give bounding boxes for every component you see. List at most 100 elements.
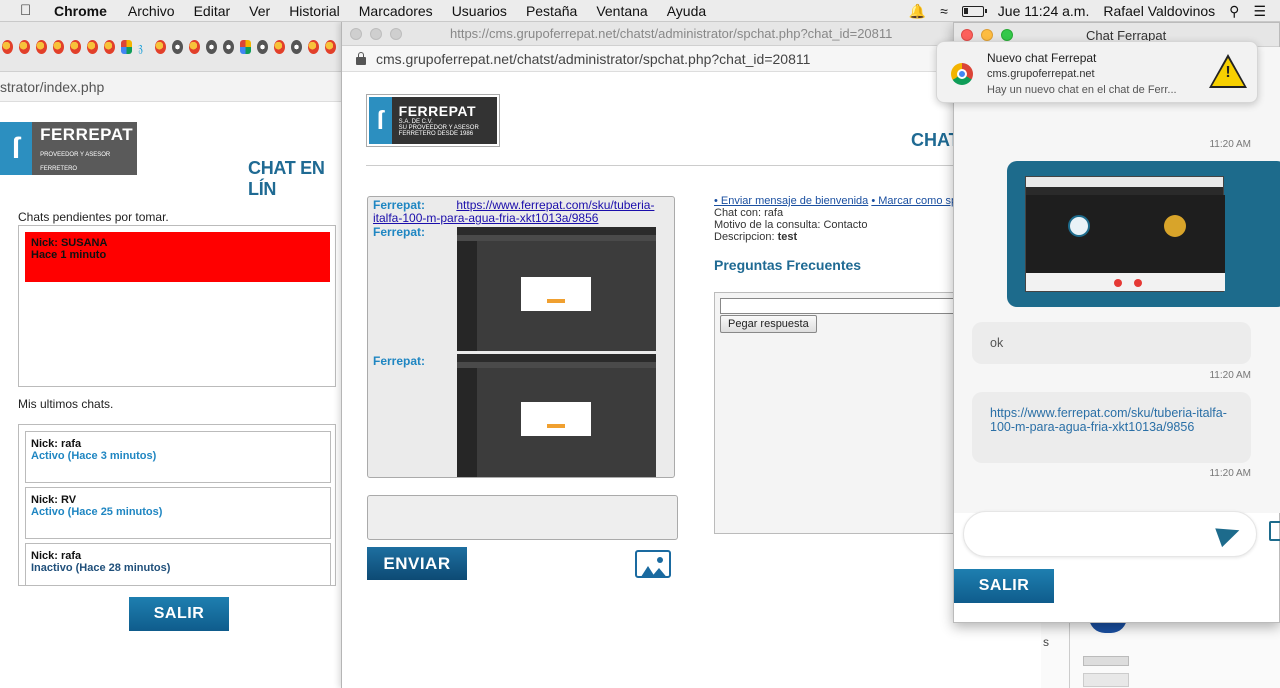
faq-select[interactable] — [720, 298, 970, 314]
recent-chat-item[interactable]: Nick: RV Activo (Hace 25 minutos) — [25, 487, 331, 539]
bookmark-icon[interactable] — [240, 39, 251, 54]
bookmark-icon[interactable] — [2, 39, 13, 54]
upload-image-icon[interactable] — [635, 550, 671, 578]
bookmark-icon[interactable] — [308, 39, 319, 54]
bookmark-icon[interactable] — [19, 39, 30, 54]
maximize-window-icon[interactable] — [1001, 29, 1013, 41]
image-upload-icon[interactable] — [1269, 521, 1280, 541]
chat-messages-area[interactable]: hola 11:20 AM ok 11:20 AM https://www.fe… — [954, 47, 1280, 513]
message-time: 11:20 AM — [1209, 139, 1251, 150]
menu-ventana[interactable]: Ventana — [596, 3, 647, 19]
message-input[interactable] — [367, 495, 678, 540]
clock[interactable]: Jue 11:24 a.m. — [998, 3, 1090, 19]
chat-bubble-link[interactable]: https://www.ferrepat.com/sku/tuberia-ita… — [990, 406, 1227, 434]
bookmark-icon[interactable] — [223, 39, 234, 54]
chat-bubble-image[interactable] — [1007, 161, 1280, 307]
recent-chat-nick: Nick: rafa — [31, 438, 82, 450]
background-window: s — [1041, 617, 1280, 688]
mark-as-spam-link[interactable]: • Marcar como sp — [871, 195, 957, 207]
recent-chat-nick: Nick: rafa — [31, 550, 82, 562]
message-image[interactable] — [457, 227, 656, 351]
recent-chat-item[interactable]: Nick: rafa Activo (Hace 3 minutos) — [25, 431, 331, 483]
bookmark-icon[interactable] — [87, 39, 98, 54]
ferrepat-logo: ſ FERREPAT S.A. DE C.V. SU PROVEEDOR Y A… — [366, 94, 500, 147]
bookmark-icon[interactable] — [53, 39, 64, 54]
menu-ayuda[interactable]: Ayuda — [667, 3, 706, 19]
menu-historial[interactable]: Historial — [289, 3, 340, 19]
menu-marcadores[interactable]: Marcadores — [359, 3, 433, 19]
bookmark-icon[interactable] — [104, 39, 115, 54]
send-icon[interactable] — [1215, 520, 1243, 548]
welcome-message-link[interactable]: • Enviar mensaje de bienvenida — [714, 195, 868, 207]
recent-chat-nick: Nick: RV — [31, 494, 77, 506]
search-icon[interactable]: ⚲ — [1229, 3, 1239, 20]
logo-text: FERREPAT — [398, 103, 477, 119]
left-browser-window: 𝔷 strator/index.php ſ FERREPAT PROVEEDOR… — [0, 22, 342, 688]
pending-chat-item[interactable]: Nick: SUSANA Hace 1 minuto — [25, 232, 330, 282]
left-url-bar[interactable]: strator/index.php — [0, 72, 342, 102]
bookmark-icon[interactable] — [206, 39, 217, 54]
recent-chats-list: Nick: rafa Activo (Hace 3 minutos) Nick:… — [18, 424, 336, 586]
bookmark-icon[interactable] — [291, 39, 302, 54]
bookmark-icon[interactable] — [257, 39, 268, 54]
menu-pestana[interactable]: Pestaña — [526, 3, 577, 19]
minimize-window-icon[interactable] — [370, 27, 382, 40]
menu-editar[interactable]: Editar — [194, 3, 231, 19]
apple-menu-icon[interactable]:  — [20, 2, 38, 19]
chat-bubble-text: ok — [990, 336, 1004, 350]
chat-transcript[interactable]: Ferrepat: https://www.ferrepat.com/sku/t… — [367, 196, 675, 478]
salir-button[interactable]: SALIR — [129, 597, 229, 631]
window-title: https://cms.grupoferrepat.net/chatst/adm… — [450, 26, 893, 41]
bookmark-icon[interactable] — [325, 39, 336, 54]
bookmark-icon[interactable] — [155, 39, 166, 54]
list-menu-icon[interactable]: ☰ — [1253, 3, 1266, 20]
menu-bar:  Chrome Archivo Editar Ver Historial Ma… — [0, 0, 1280, 22]
bookmark-icon[interactable] — [189, 39, 200, 54]
bookmark-icon[interactable]: 𝔷 — [138, 40, 149, 54]
menu-ver[interactable]: Ver — [249, 3, 270, 19]
system-notification[interactable]: Nuevo chat Ferrepat cms.grupoferrepat.ne… — [936, 41, 1258, 103]
message-time: 11:20 AM — [1209, 370, 1251, 381]
wifi-icon[interactable]: ≈ — [940, 3, 948, 19]
chrome-icon — [951, 63, 973, 85]
logo-text: FERREPAT — [40, 124, 134, 144]
shared-screenshot[interactable] — [1025, 176, 1225, 292]
send-button[interactable]: ENVIAR — [367, 547, 467, 580]
chat-with: Chat con: rafa — [714, 207, 784, 219]
chat-popup-window: Chat Ferrapat hola 11:20 AM ok 11:20 AM … — [953, 22, 1280, 623]
bookmark-icon[interactable] — [172, 39, 183, 54]
bookmark-icon[interactable] — [36, 39, 47, 54]
menu-app-name[interactable]: Chrome — [54, 3, 107, 19]
chat-input[interactable] — [963, 511, 1257, 557]
close-window-icon[interactable] — [350, 27, 362, 40]
message-sender: Ferrepat: — [373, 198, 426, 212]
bookmark-icon[interactable] — [70, 39, 81, 54]
minimize-window-icon[interactable] — [981, 29, 993, 41]
notification-bell-icon[interactable]: 🔔 — [909, 3, 926, 20]
user-name[interactable]: Rafael Valdovinos — [1103, 3, 1215, 19]
background-thumbnail — [1083, 673, 1129, 687]
lock-icon — [356, 51, 366, 65]
maximize-window-icon[interactable] — [390, 27, 402, 40]
recent-chat-item[interactable]: Nick: rafa Inactivo (Hace 28 minutos) — [25, 543, 331, 585]
menu-archivo[interactable]: Archivo — [128, 3, 175, 19]
chat-info-panel: • Enviar mensaje de bienvenida • Marcar … — [714, 195, 974, 243]
bookmark-icon[interactable] — [274, 39, 285, 54]
background-thumbnail — [1083, 656, 1129, 666]
battery-icon[interactable] — [961, 5, 987, 17]
menu-usuarios[interactable]: Usuarios — [452, 3, 507, 19]
faq-panel: Pegar respuesta — [714, 292, 974, 534]
pending-chats-list: Nick: SUSANA Hace 1 minuto — [18, 225, 336, 387]
salir-button[interactable]: SALIR — [954, 569, 1054, 603]
center-title-bar: https://cms.grupoferrepat.net/chatst/adm… — [342, 22, 1041, 46]
paste-answer-button[interactable]: Pegar respuesta — [720, 315, 817, 333]
recent-chat-status: Inactivo (Hace 28 minutos) — [31, 562, 171, 574]
background-text: s — [1043, 635, 1049, 649]
chat-message: Ferrepat: — [373, 225, 425, 239]
close-window-icon[interactable] — [961, 29, 973, 41]
message-image[interactable] — [457, 354, 656, 477]
consultation-reason: Motivo de la consulta: Contacto — [714, 219, 868, 231]
bookmark-icon[interactable] — [121, 39, 132, 54]
chat-bubble: ok — [972, 322, 1251, 364]
menubar-status-area: 🔔 ≈ Jue 11:24 a.m. Rafael Valdovinos ⚲ ☰ — [909, 0, 1280, 22]
